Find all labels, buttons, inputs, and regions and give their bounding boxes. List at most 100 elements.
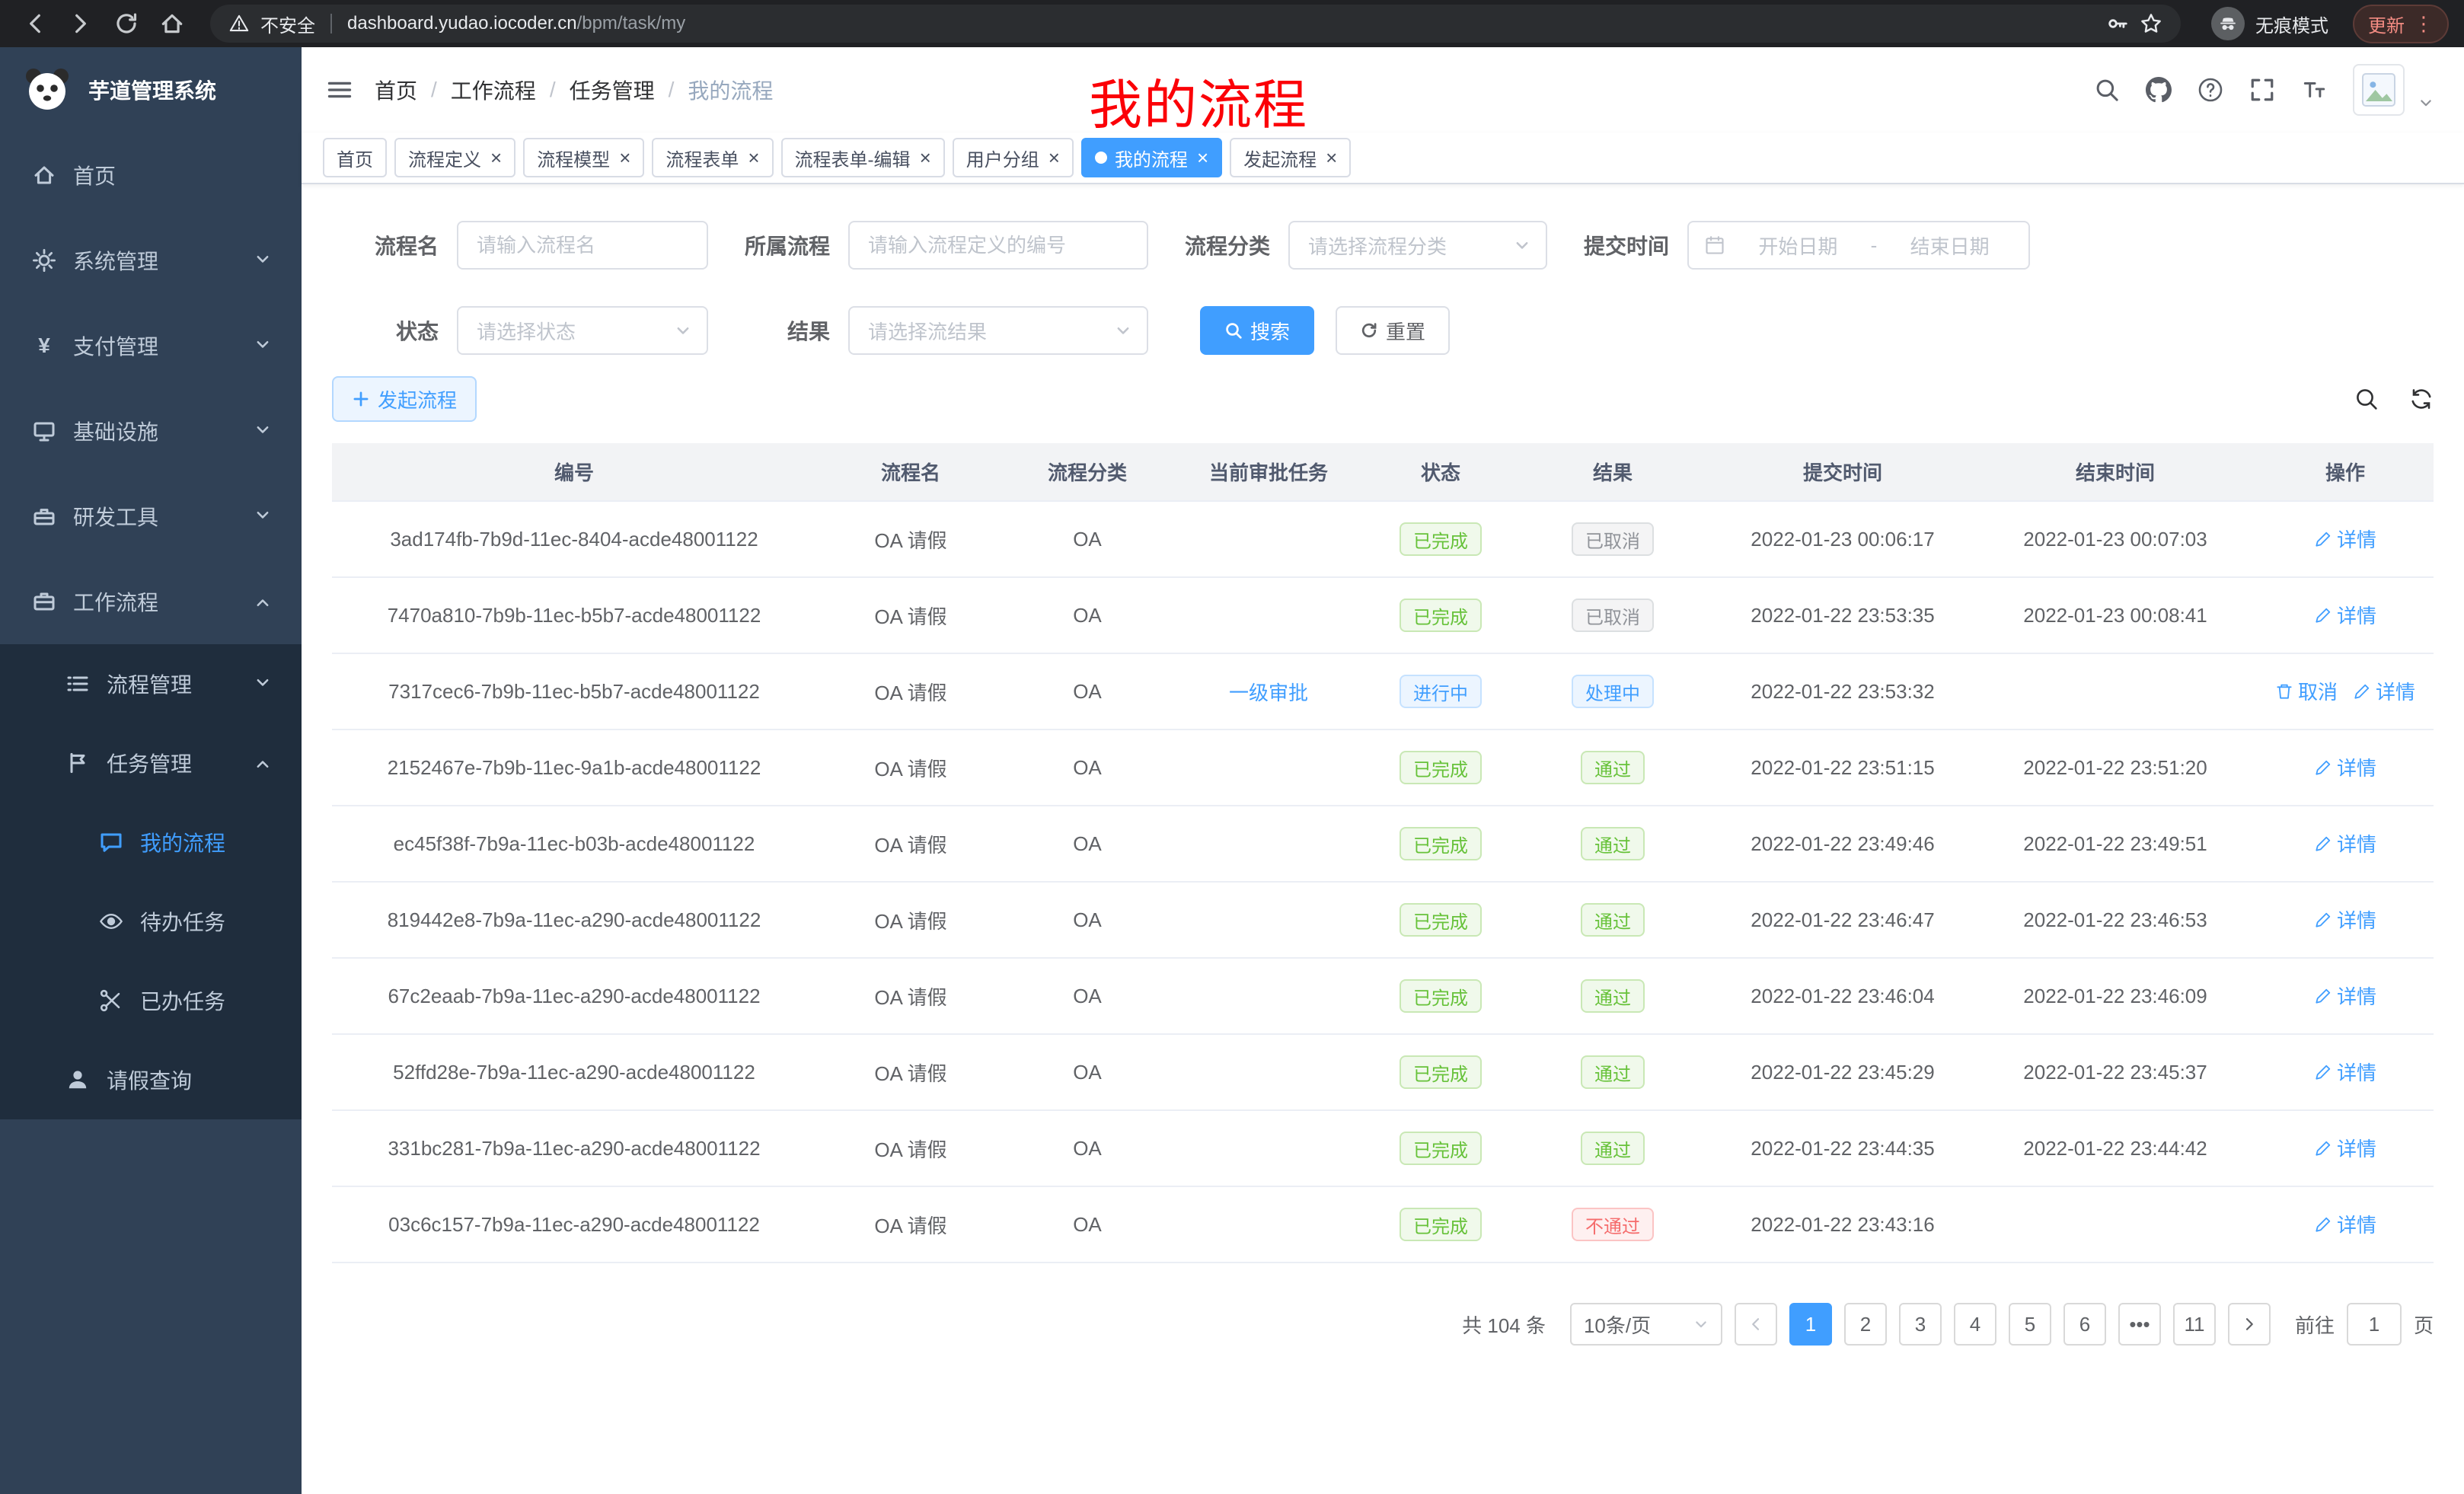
close-icon[interactable]: ×: [1197, 148, 1208, 168]
category-label: 流程分类: [1185, 230, 1270, 260]
tab-process-definition[interactable]: 流程定义×: [394, 138, 515, 177]
search-button[interactable]: [2094, 77, 2120, 103]
detail-link[interactable]: 详情: [2314, 905, 2376, 934]
table-row: 819442e8-7b9a-11ec-a290-acde48001122OA 请…: [332, 882, 2434, 958]
github-button[interactable]: [2146, 77, 2172, 103]
reset-button[interactable]: 重置: [1336, 306, 1450, 355]
result-select[interactable]: 请选择流结果: [848, 306, 1148, 355]
current-task-link[interactable]: 一级审批: [1229, 678, 1308, 706]
breadcrumb-item[interactable]: 工作流程: [451, 75, 536, 105]
app-logo[interactable]: 芋道管理系统: [0, 47, 302, 132]
prev-page-button[interactable]: [1735, 1303, 1777, 1346]
breadcrumb-item[interactable]: 任务管理: [570, 75, 655, 105]
column-header: 流程名: [816, 443, 1005, 501]
cancel-link[interactable]: 取消: [2275, 677, 2338, 705]
user-avatar[interactable]: [2353, 64, 2405, 116]
breadcrumb-item[interactable]: 首页: [375, 75, 417, 105]
browser-menu-icon[interactable]: ⋮: [2414, 14, 2434, 34]
sidebar-item-done-tasks[interactable]: 已办任务: [0, 961, 302, 1040]
key-icon[interactable]: [2106, 12, 2129, 35]
avatar-dropdown-icon[interactable]: [2418, 88, 2434, 117]
star-icon[interactable]: [2140, 12, 2162, 35]
tab-user-group[interactable]: 用户分组×: [953, 138, 1074, 177]
detail-link[interactable]: 详情: [2314, 829, 2376, 857]
detail-link[interactable]: 详情: [2314, 525, 2376, 553]
chevron-down-icon: [1514, 237, 1530, 254]
address-bar[interactable]: 不安全 dashboard.yudao.iocoder.cn/bpm/task/…: [210, 5, 2181, 43]
close-icon[interactable]: ×: [619, 148, 630, 168]
detail-link[interactable]: 详情: [2353, 677, 2415, 705]
close-icon[interactable]: ×: [1326, 148, 1337, 168]
next-page-button[interactable]: [2228, 1303, 2271, 1346]
edit-icon: [2314, 911, 2332, 929]
submit-time-range-picker[interactable]: 开始日期 - 结束日期: [1687, 221, 2030, 270]
refresh-table-button[interactable]: [2409, 387, 2434, 411]
detail-link[interactable]: 详情: [2314, 601, 2376, 629]
help-button[interactable]: [2197, 77, 2223, 103]
start-process-button[interactable]: 发起流程: [332, 376, 477, 422]
content-area: 首页/工作流程/任务管理/我的流程 我的流程 首页流程定义×流程模型×流程表单×…: [302, 47, 2464, 1494]
page-button-2[interactable]: 2: [1844, 1303, 1887, 1346]
sidebar-item-payment-management[interactable]: ¥支付管理: [0, 303, 302, 388]
tab-home[interactable]: 首页: [323, 138, 387, 177]
page-button-3[interactable]: 3: [1899, 1303, 1942, 1346]
detail-link[interactable]: 详情: [2314, 1210, 2376, 1238]
detail-link[interactable]: 详情: [2314, 1134, 2376, 1162]
detail-link[interactable]: 详情: [2314, 1058, 2376, 1086]
status-badge: 已完成: [1400, 827, 1482, 860]
sidebar-item-home[interactable]: 首页: [0, 132, 302, 218]
page-button-6[interactable]: 6: [2063, 1303, 2106, 1346]
sidebar-item-dev-tools[interactable]: 研发工具: [0, 474, 302, 559]
process-name-input[interactable]: [457, 221, 708, 270]
page-button-1[interactable]: 1: [1789, 1303, 1832, 1346]
status-badge: 已完成: [1400, 751, 1482, 784]
delete-icon: [2275, 682, 2293, 701]
tab-my-process[interactable]: 我的流程×: [1081, 138, 1222, 177]
pagination-goto: 前往页: [2295, 1303, 2434, 1346]
status-select[interactable]: 请选择状态: [457, 306, 708, 355]
hamburger-icon[interactable]: [326, 76, 353, 104]
close-icon[interactable]: ×: [920, 148, 931, 168]
tab-process-form-edit[interactable]: 流程表单-编辑×: [781, 138, 945, 177]
status-badge: 已完成: [1400, 979, 1482, 1013]
sidebar-item-workflow[interactable]: 工作流程: [0, 559, 302, 644]
parent-process-input[interactable]: [848, 221, 1148, 270]
font-size-button[interactable]: [2301, 77, 2327, 103]
close-icon[interactable]: ×: [748, 148, 759, 168]
chevron-down-icon: [254, 334, 271, 358]
close-icon[interactable]: ×: [490, 148, 502, 168]
sidebar-menu: 首页系统管理¥支付管理基础设施研发工具工作流程流程管理任务管理我的流程待办任务已…: [0, 132, 302, 1119]
status-badge: 已完成: [1400, 1208, 1482, 1241]
browser-home-icon[interactable]: [152, 4, 192, 43]
detail-link[interactable]: 详情: [2314, 753, 2376, 781]
search-toggle-button[interactable]: [2354, 387, 2379, 411]
more-pages-button[interactable]: •••: [2118, 1303, 2161, 1346]
tab-start-process[interactable]: 发起流程×: [1230, 138, 1351, 177]
browser-forward-icon[interactable]: [61, 4, 101, 43]
goto-page-input[interactable]: [2347, 1303, 2402, 1346]
sidebar-item-task-management[interactable]: 任务管理: [0, 723, 302, 803]
search-button[interactable]: 搜索: [1200, 306, 1314, 355]
update-button[interactable]: 更新 ⋮: [2353, 5, 2449, 43]
sidebar-item-my-process[interactable]: 我的流程: [0, 803, 302, 882]
detail-link[interactable]: 详情: [2314, 982, 2376, 1010]
page-button-11[interactable]: 11: [2173, 1303, 2216, 1346]
tab-process-model[interactable]: 流程模型×: [523, 138, 644, 177]
browser-back-icon[interactable]: [15, 4, 55, 43]
browser-refresh-icon[interactable]: [107, 4, 146, 43]
category-select[interactable]: 请选择流程分类: [1288, 221, 1547, 270]
tab-process-form[interactable]: 流程表单×: [652, 138, 773, 177]
sidebar-item-todo-tasks[interactable]: 待办任务: [0, 882, 302, 961]
page-button-4[interactable]: 4: [1954, 1303, 1996, 1346]
fullscreen-button[interactable]: [2249, 77, 2275, 103]
monitor-icon: [30, 419, 58, 443]
eye-icon: [97, 909, 125, 934]
close-icon[interactable]: ×: [1048, 148, 1060, 168]
page-size-select[interactable]: 10条/页: [1570, 1303, 1722, 1346]
page-button-5[interactable]: 5: [2009, 1303, 2051, 1346]
sidebar-item-system-management[interactable]: 系统管理: [0, 218, 302, 303]
sidebar-item-leave-query[interactable]: 请假查询: [0, 1040, 302, 1119]
sidebar-item-process-management[interactable]: 流程管理: [0, 644, 302, 723]
sidebar-item-infrastructure[interactable]: 基础设施: [0, 388, 302, 474]
app-title: 芋道管理系统: [88, 75, 216, 105]
